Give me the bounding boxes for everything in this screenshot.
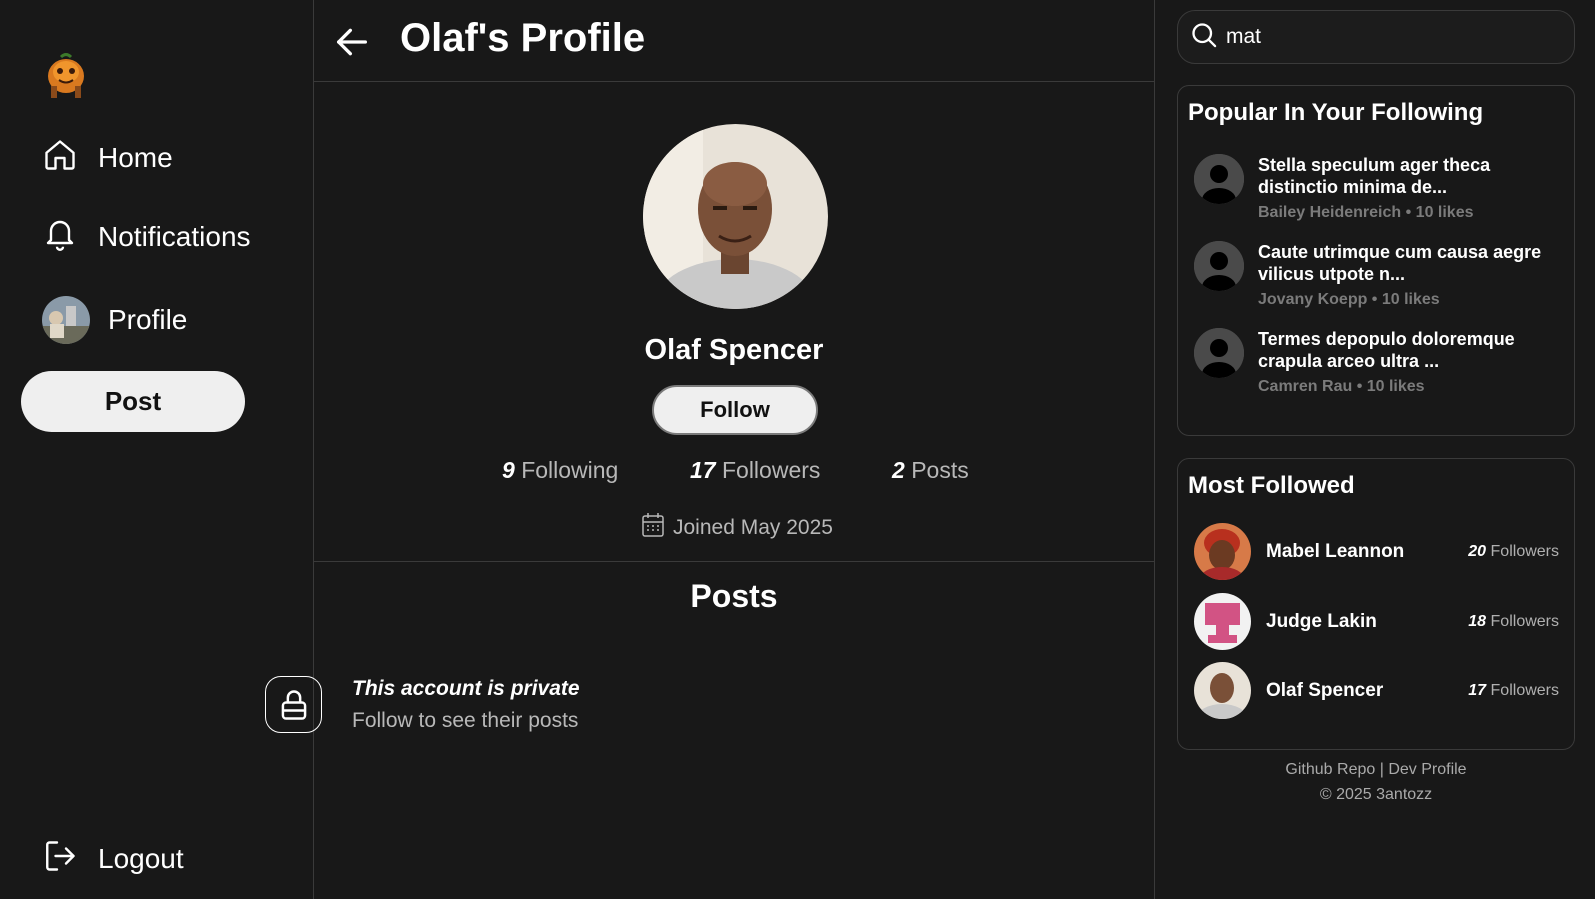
popular-post-title: Caute utrimque cum causa aegre vilicus u… <box>1258 242 1542 284</box>
calendar-icon <box>641 512 673 544</box>
footer-separator: | <box>1379 761 1384 778</box>
default-avatar-icon <box>1194 241 1244 291</box>
posts-heading: Posts <box>690 578 778 614</box>
left-sidebar: Home Notifications Profile Post Logout <box>0 0 314 899</box>
posts-label: Posts <box>911 457 969 483</box>
github-repo-link[interactable]: Github Repo <box>1285 761 1375 778</box>
nav-profile[interactable]: Profile <box>42 296 187 344</box>
search-icon <box>1190 21 1218 54</box>
most-followed-card: Most Followed Mabel Leannon 20 Followers… <box>1177 458 1575 750</box>
most-followed-title: Most Followed <box>1188 472 1355 499</box>
profile-name: Olaf Spencer <box>644 334 824 366</box>
logout-icon <box>42 838 78 879</box>
private-subtitle: Follow to see their posts <box>352 708 579 732</box>
dev-profile-link[interactable]: Dev Profile <box>1388 761 1466 778</box>
popular-post-meta: Camren Rau • 10 likes <box>1258 378 1425 395</box>
footer-links: Github Repo | Dev Profile <box>1177 761 1575 779</box>
back-arrow-icon[interactable] <box>332 22 372 62</box>
user-name: Mabel Leannon <box>1266 540 1405 562</box>
popular-title: Popular In Your Following <box>1188 99 1484 126</box>
follower-count: 20 Followers <box>1468 542 1559 560</box>
popular-post[interactable]: Stella speculum ager theca distinctio mi… <box>1194 154 1558 222</box>
search-box[interactable] <box>1177 10 1575 64</box>
followers-label: Followers <box>721 457 821 483</box>
popular-card: Popular In Your Following Stella speculu… <box>1177 85 1575 436</box>
default-avatar-icon <box>1194 154 1244 204</box>
right-sidebar: Popular In Your Following Stella speculu… <box>1155 0 1595 899</box>
private-account-notice: This account is private Follow to see th… <box>265 676 580 733</box>
private-text: This account is private Follow to see th… <box>352 677 580 733</box>
main-column: Olaf's Profile Olaf Spencer Follow 9 Fol… <box>314 0 1155 899</box>
bell-icon <box>42 216 78 257</box>
user-name: Olaf Spencer <box>1266 679 1384 701</box>
profile-avatar <box>643 124 828 309</box>
user-avatar <box>1194 662 1251 719</box>
nav-logout-label: Logout <box>98 842 184 874</box>
profile-section: Olaf Spencer Follow 9 Following 17 Follo… <box>314 82 1154 562</box>
nav-logout[interactable]: Logout <box>42 838 184 879</box>
popular-post[interactable]: Termes depopulo doloremque crapula arceo… <box>1194 328 1558 396</box>
follower-count: 17 Followers <box>1468 681 1559 699</box>
most-followed-user[interactable]: Judge Lakin 18 Followers <box>1194 593 1559 650</box>
joined-date: Joined May 2025 <box>641 512 833 544</box>
lock-icon <box>265 676 322 733</box>
most-followed-user[interactable]: Mabel Leannon 20 Followers <box>1194 523 1559 580</box>
page-header: Olaf's Profile <box>314 0 1154 82</box>
following-count: 9 <box>502 457 515 483</box>
popular-post-title: Termes depopulo doloremque crapula arceo… <box>1258 329 1515 371</box>
private-title: This account is private <box>352 676 580 700</box>
user-avatar <box>1194 523 1251 580</box>
popular-post[interactable]: Caute utrimque cum causa aegre vilicus u… <box>1194 241 1558 309</box>
stat-followers[interactable]: 17 Followers <box>690 457 820 484</box>
joined-text: Joined May 2025 <box>673 516 833 539</box>
follow-button[interactable]: Follow <box>652 385 818 435</box>
search-input[interactable] <box>1226 25 1556 49</box>
stat-posts: 2 Posts <box>892 457 969 484</box>
user-avatar <box>1194 593 1251 650</box>
most-followed-user[interactable]: Olaf Spencer 17 Followers <box>1194 662 1559 719</box>
app-logo[interactable] <box>41 52 91 100</box>
home-icon <box>42 137 78 178</box>
copyright: © 2025 3antozz <box>1319 786 1433 803</box>
stat-following[interactable]: 9 Following <box>502 457 618 484</box>
default-avatar-icon <box>1194 328 1244 378</box>
followers-count: 17 <box>690 457 716 483</box>
nav-profile-label: Profile <box>108 304 188 335</box>
follower-count: 18 Followers <box>1468 612 1559 630</box>
popular-post-title: Stella speculum ager theca distinctio mi… <box>1258 155 1491 197</box>
user-avatar <box>42 296 90 344</box>
popular-post-meta: Bailey Heidenreich • 10 likes <box>1258 204 1474 221</box>
nav-home-label: Home <box>98 141 173 173</box>
app-root: Home Notifications Profile Post Logout O… <box>0 0 1595 899</box>
nav-notifications[interactable]: Notifications <box>42 216 251 257</box>
user-name: Judge Lakin <box>1266 610 1377 632</box>
nav-notifications-label: Notifications <box>98 220 251 252</box>
posts-count: 2 <box>892 457 905 483</box>
nav-home[interactable]: Home <box>42 137 173 178</box>
post-button[interactable]: Post <box>21 371 245 432</box>
page-title: Olaf's Profile <box>400 16 646 60</box>
following-label: Following <box>521 457 619 483</box>
popular-post-meta: Jovany Koepp • 10 likes <box>1258 291 1440 308</box>
